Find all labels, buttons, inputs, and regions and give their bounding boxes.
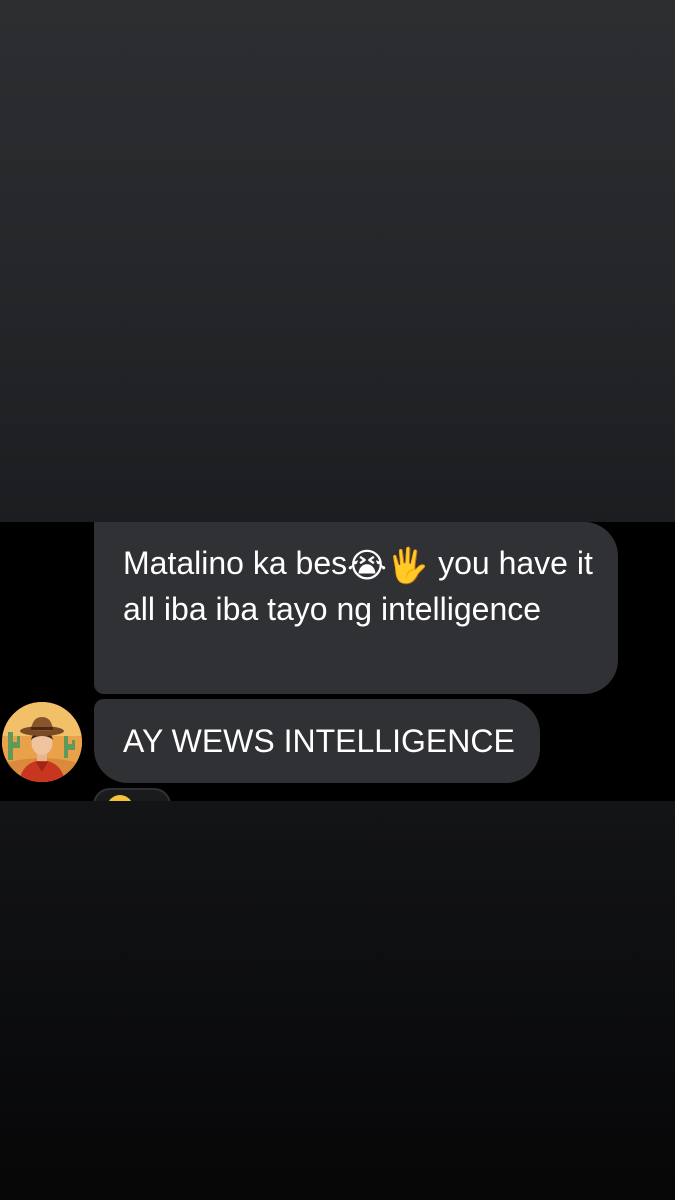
loudly-crying-emoji-icon: 😭 (347, 546, 387, 586)
message-text-part: Matalino ka bes (123, 545, 348, 581)
message-bubble-incoming-1[interactable]: Matalino ka bes😭🖐 you have it all iba ib… (94, 522, 618, 694)
raised-hand-emoji-icon: 🖐 (386, 546, 430, 586)
sender-avatar[interactable] (2, 702, 82, 782)
reaction-chip[interactable] (93, 788, 171, 801)
message-bubble-incoming-2[interactable]: AY WEWS INTELLIGENCE (94, 699, 540, 783)
user-avatar-cowboy-hat-icon (2, 702, 82, 782)
chat-thread: Matalino ka bes😭🖐 you have it all iba ib… (0, 522, 675, 801)
bottom-background (0, 801, 675, 1200)
message-text: AY WEWS INTELLIGENCE (123, 723, 515, 759)
top-background (0, 0, 675, 522)
